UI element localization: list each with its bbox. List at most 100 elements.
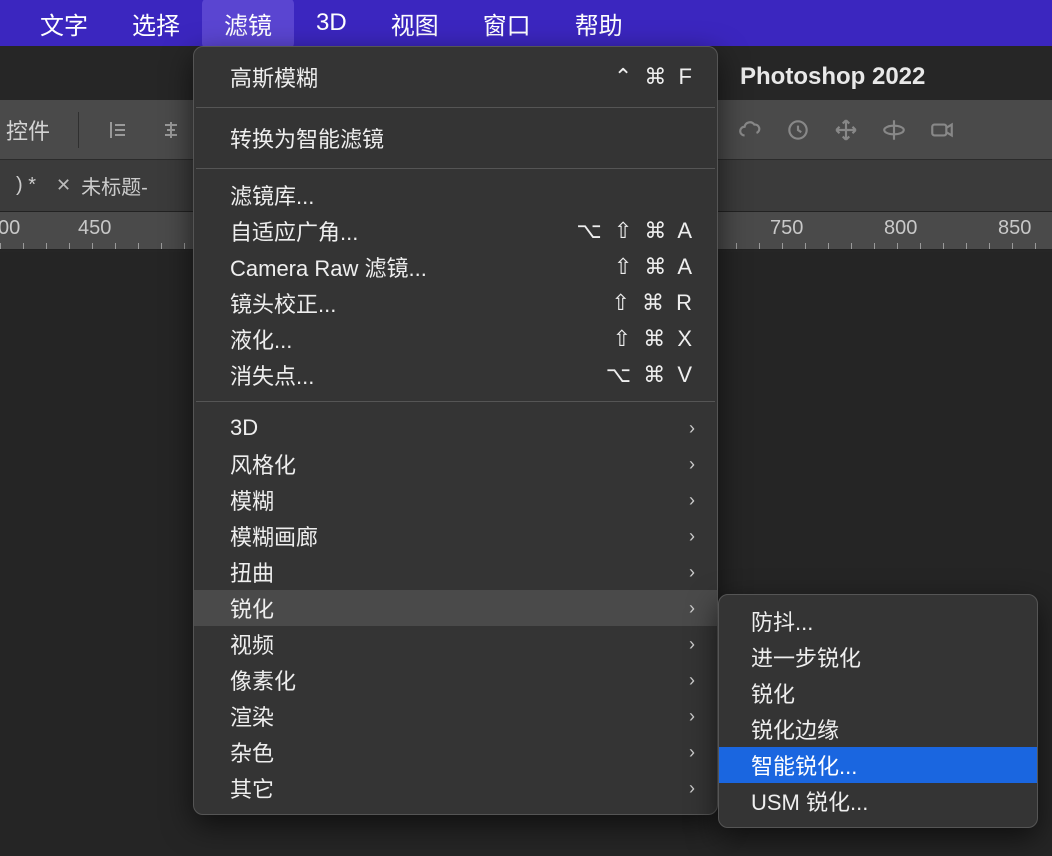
ruler-tick (759, 243, 760, 249)
cloud-icon[interactable] (726, 106, 774, 154)
chevron-right-icon: › (689, 418, 695, 439)
menu-text[interactable]: 文字 (18, 0, 110, 49)
menu-label: 模糊画廊 (230, 520, 679, 552)
ruler-tick (966, 243, 967, 249)
menu-distort[interactable]: 扭曲 › (194, 554, 717, 590)
submenu-sharpen-edges[interactable]: 锐化边缘 (719, 711, 1037, 747)
menu-separator (196, 168, 715, 169)
shortcut-label: ⌥ ⇧ ⌘ A (576, 218, 695, 244)
menu-window[interactable]: 窗口 (461, 0, 553, 49)
ruler-tick (115, 243, 116, 249)
ruler-tick (1035, 243, 1036, 249)
menu-3d[interactable]: 3D (294, 1, 369, 45)
menu-pixelate[interactable]: 像素化 › (194, 662, 717, 698)
menu-blur[interactable]: 模糊 › (194, 482, 717, 518)
chevron-right-icon: › (689, 742, 695, 763)
ruler-tick (897, 243, 898, 249)
submenu-sharpen-more[interactable]: 进一步锐化 (719, 639, 1037, 675)
chevron-right-icon: › (689, 490, 695, 511)
menu-view[interactable]: 视图 (369, 0, 461, 49)
menu-label: 杂色 (230, 736, 679, 768)
ruler-tick (943, 243, 944, 249)
rotate-3d-icon[interactable] (870, 106, 918, 154)
shortcut-label: ⌥ ⌘ V (606, 362, 695, 388)
menu-label: 高斯模糊 (230, 61, 614, 93)
menu-label: 自适应广角... (230, 215, 576, 247)
chevron-right-icon: › (689, 706, 695, 727)
chevron-right-icon: › (689, 454, 695, 475)
menu-liquify[interactable]: 液化... ⇧ ⌘ X (194, 321, 717, 357)
menu-filter[interactable]: 滤镜 (202, 0, 294, 49)
submenu-smart-sharpen[interactable]: 智能锐化... (719, 747, 1037, 783)
menu-label: 锐化 (230, 592, 679, 624)
chevron-right-icon: › (689, 670, 695, 691)
app-title-area: Photoshop 2022 (740, 54, 925, 100)
submenu-label: 智能锐化... (751, 749, 857, 781)
submenu-label: 锐化 (751, 677, 795, 709)
submenu-unsharp-mask[interactable]: USM 锐化... (719, 783, 1037, 819)
sharpen-submenu: 防抖... 进一步锐化 锐化 锐化边缘 智能锐化... USM 锐化... (718, 594, 1038, 828)
ruler-tick (736, 243, 737, 249)
menu-label: 扭曲 (230, 556, 679, 588)
align-center-icon[interactable] (155, 114, 187, 146)
ruler-tick (0, 243, 1, 249)
chevron-right-icon: › (689, 526, 695, 547)
menu-label: 模糊 (230, 484, 679, 516)
chevron-right-icon: › (689, 562, 695, 583)
options-separator (78, 112, 79, 148)
options-right-icons (726, 100, 966, 160)
menu-adaptive-wide-angle[interactable]: 自适应广角... ⌥ ⇧ ⌘ A (194, 213, 717, 249)
menu-video[interactable]: 视频 › (194, 626, 717, 662)
ruler-tick (92, 243, 93, 249)
chevron-right-icon: › (689, 778, 695, 799)
ruler-mark: 800 (884, 217, 917, 240)
submenu-shake-reduction[interactable]: 防抖... (719, 603, 1037, 639)
menu-camera-raw-filter[interactable]: Camera Raw 滤镜... ⇧ ⌘ A (194, 249, 717, 285)
tab-1-label: ) * (16, 174, 36, 197)
ruler-mark: 00 (0, 217, 20, 240)
move-icon[interactable] (822, 106, 870, 154)
menu-label: 渲染 (230, 700, 679, 732)
menu-vanishing-point[interactable]: 消失点... ⌥ ⌘ V (194, 357, 717, 393)
close-icon[interactable]: ✕ (56, 175, 71, 196)
menu-last-filter[interactable]: 高斯模糊 ⌃ ⌘ F (194, 55, 717, 99)
ruler-tick (161, 243, 162, 249)
document-tab-2[interactable]: ✕ 未标题- (48, 160, 160, 211)
main-menubar: 文字 选择 滤镜 3D 视图 窗口 帮助 (0, 0, 1052, 46)
menu-stylize[interactable]: 风格化 › (194, 446, 717, 482)
menu-label: 视频 (230, 628, 679, 660)
menu-sharpen[interactable]: 锐化 › (194, 590, 717, 626)
menu-select[interactable]: 选择 (110, 0, 202, 49)
menu-filter-gallery[interactable]: 滤镜库... (194, 177, 717, 213)
menu-help[interactable]: 帮助 (553, 0, 645, 49)
menu-label: 消失点... (230, 359, 606, 391)
menu-label: 镜头校正... (230, 287, 611, 319)
menu-convert-smart-filter[interactable]: 转换为智能滤镜 (194, 116, 717, 160)
submenu-sharpen[interactable]: 锐化 (719, 675, 1037, 711)
ruler-tick (23, 243, 24, 249)
menu-label: 液化... (230, 323, 613, 355)
tab-2-label: 未标题- (81, 171, 148, 200)
document-tab-1[interactable]: ) * (0, 160, 48, 211)
menu-label: 像素化 (230, 664, 679, 696)
options-controls-label: 控件 (6, 114, 50, 146)
submenu-label: 锐化边缘 (751, 713, 839, 745)
camera-icon[interactable] (918, 106, 966, 154)
menu-3d-filters[interactable]: 3D › (194, 410, 717, 446)
menu-label: 3D (230, 415, 679, 441)
ruler-tick (920, 243, 921, 249)
menu-other[interactable]: 其它 › (194, 770, 717, 806)
menu-label: 转换为智能滤镜 (230, 122, 695, 154)
menu-separator (196, 401, 715, 402)
menu-lens-correction[interactable]: 镜头校正... ⇧ ⌘ R (194, 285, 717, 321)
align-left-icon[interactable] (103, 114, 135, 146)
menu-noise[interactable]: 杂色 › (194, 734, 717, 770)
reset-icon[interactable] (774, 106, 822, 154)
submenu-label: 防抖... (751, 605, 813, 637)
ruler-tick (782, 243, 783, 249)
menu-blur-gallery[interactable]: 模糊画廊 › (194, 518, 717, 554)
ruler-mark: 450 (78, 217, 111, 240)
ruler-tick (1012, 243, 1013, 249)
menu-label: Camera Raw 滤镜... (230, 251, 614, 283)
menu-render[interactable]: 渲染 › (194, 698, 717, 734)
